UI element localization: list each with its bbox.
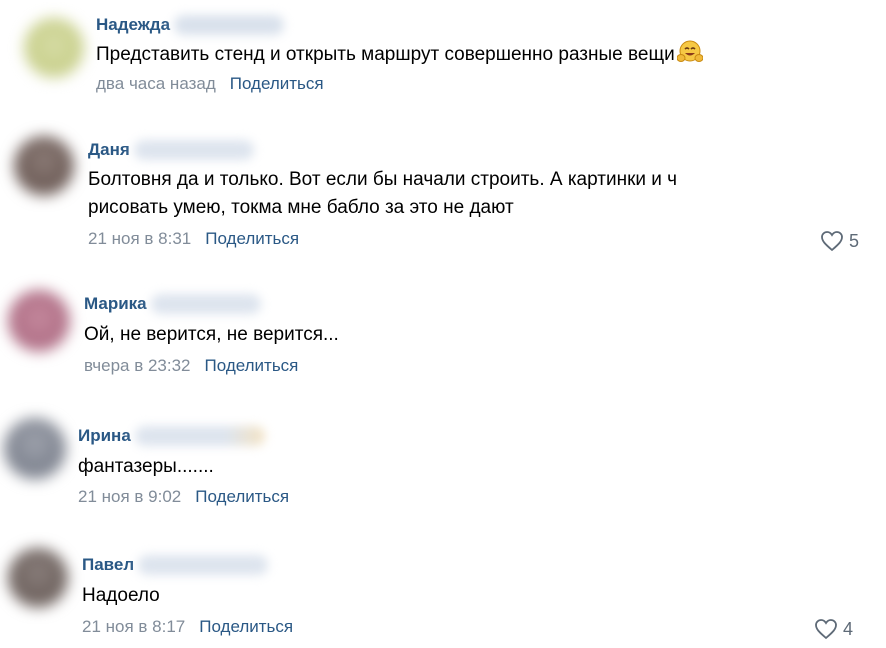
- smiling-face-with-open-hands-icon: [676, 40, 704, 73]
- comment-time[interactable]: 21 ноя в 8:17: [82, 617, 185, 637]
- like-button[interactable]: 5: [820, 230, 859, 252]
- comment-time[interactable]: 21 ноя в 8:31: [88, 229, 191, 249]
- author-name[interactable]: Павел: [82, 555, 134, 575]
- heart-icon: [821, 231, 843, 252]
- share-link[interactable]: Поделиться: [195, 487, 289, 507]
- author-name[interactable]: Ирина: [78, 426, 131, 446]
- comment-text: Представить стенд и открыть маршрут сове…: [96, 40, 704, 73]
- comments-list: Надежда Представить стенд и открыть марш…: [0, 0, 886, 648]
- author-name[interactable]: Надежда: [96, 15, 170, 35]
- like-count: 4: [843, 618, 854, 639]
- comment-text: Ой, не верится, не верится...: [84, 324, 339, 345]
- author-name[interactable]: Марика: [84, 294, 147, 314]
- avatar[interactable]: [24, 18, 84, 78]
- share-link[interactable]: Поделиться: [230, 74, 324, 94]
- avatar[interactable]: [14, 136, 74, 196]
- comment-text: Надоело: [82, 585, 160, 606]
- comment-time[interactable]: вчера в 23:32: [84, 356, 191, 376]
- comment-time[interactable]: 21 ноя в 9:02: [78, 487, 181, 507]
- comment-text-line-1: Болтовня да и только. Вот если бы начали…: [88, 169, 678, 190]
- share-link[interactable]: Поделиться: [205, 229, 299, 249]
- like-count: 5: [849, 230, 860, 251]
- avatar[interactable]: [8, 290, 70, 352]
- author-surname-blurred: [133, 140, 254, 160]
- author-name[interactable]: Даня: [88, 140, 130, 160]
- author-surname-blurred: [134, 426, 265, 446]
- heart-icon: [815, 619, 837, 640]
- comment-text: фантазеры.......: [78, 456, 214, 477]
- like-button[interactable]: 4: [814, 618, 853, 640]
- avatar[interactable]: [4, 418, 66, 480]
- author-surname-blurred: [174, 15, 285, 35]
- author-surname-blurred: [150, 294, 261, 314]
- comment-time[interactable]: два часа назад: [96, 74, 216, 94]
- author-surname-blurred: [138, 555, 269, 575]
- share-link[interactable]: Поделиться: [205, 356, 299, 376]
- comment-text-line-2: рисовать умею, токма мне бабло за это не…: [88, 197, 514, 218]
- avatar[interactable]: [8, 548, 68, 608]
- share-link[interactable]: Поделиться: [199, 617, 293, 637]
